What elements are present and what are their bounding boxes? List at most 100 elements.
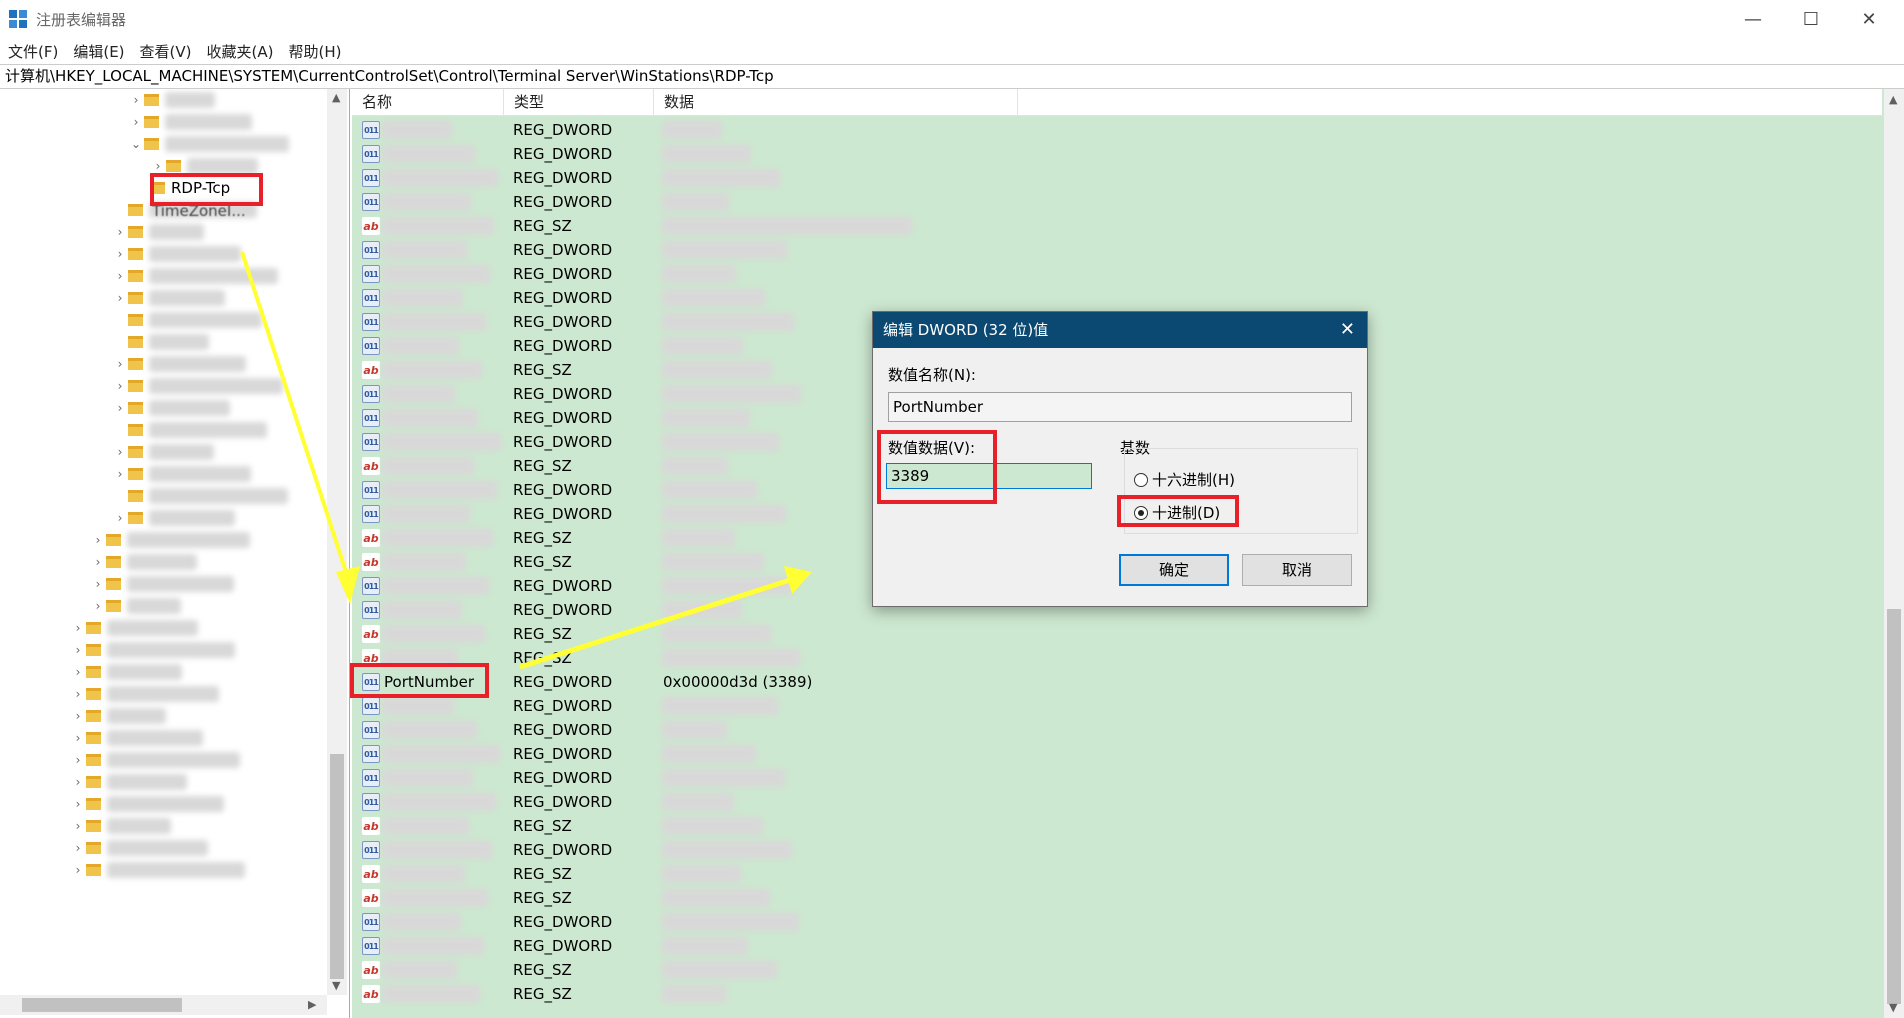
list-row[interactable]: 011 PortNumber REG_DWORD 0x00000d3d (3389) <box>352 670 1882 694</box>
ok-button[interactable]: 确定 <box>1119 554 1229 586</box>
tree-item[interactable] <box>112 485 288 507</box>
scroll-right-icon[interactable]: ▶ <box>308 998 316 1011</box>
menu-help[interactable]: 帮助(H) <box>288 41 341 62</box>
list-row[interactable]: 011 REG_DWORD <box>352 190 1882 214</box>
tree-item[interactable]: › <box>70 683 219 705</box>
expand-chevron-icon[interactable]: › <box>70 863 86 877</box>
list-row[interactable]: 011 REG_DWORD <box>352 262 1882 286</box>
tree-item[interactable] <box>112 419 267 441</box>
list-row[interactable]: 011 REG_DWORD <box>352 838 1882 862</box>
expand-chevron-icon[interactable]: › <box>112 467 128 481</box>
menu-view[interactable]: 查看(V) <box>140 41 192 62</box>
tree-item[interactable]: › <box>112 507 235 529</box>
tree-horizontal-scrollbar[interactable]: ▶ <box>0 995 327 1015</box>
column-header-type[interactable]: 类型 <box>504 89 654 116</box>
list-row[interactable]: 011 REG_DWORD <box>352 766 1882 790</box>
close-button[interactable]: ✕ <box>1840 0 1898 38</box>
list-row[interactable]: ab REG_SZ <box>352 958 1882 982</box>
tree-item[interactable]: › <box>112 221 204 243</box>
expand-chevron-icon[interactable]: › <box>70 753 86 767</box>
list-row[interactable]: ab REG_SZ <box>352 886 1882 910</box>
expand-chevron-icon[interactable]: › <box>112 511 128 525</box>
tree-item[interactable]: › <box>70 705 166 727</box>
tree-item[interactable]: › <box>112 375 283 397</box>
expand-chevron-icon[interactable]: › <box>70 709 86 723</box>
list-row[interactable]: 011 REG_DWORD <box>352 286 1882 310</box>
tree-item[interactable]: › <box>128 89 215 111</box>
list-row[interactable]: 011 REG_DWORD <box>352 118 1882 142</box>
expand-chevron-icon[interactable]: › <box>90 533 106 547</box>
expand-chevron-icon[interactable]: › <box>70 819 86 833</box>
expand-chevron-icon[interactable]: ⌄ <box>128 137 144 151</box>
menu-favorites[interactable]: 收藏夹(A) <box>207 41 274 62</box>
tree-item[interactable]: › <box>112 265 278 287</box>
scroll-down-icon[interactable]: ▼ <box>1889 1001 1897 1014</box>
expand-chevron-icon[interactable]: › <box>70 841 86 855</box>
tree-item[interactable]: › <box>90 529 250 551</box>
tree-item[interactable]: › <box>70 617 198 639</box>
expand-chevron-icon[interactable]: › <box>70 797 86 811</box>
tree-item[interactable]: › <box>70 815 171 837</box>
expand-chevron-icon[interactable]: › <box>112 269 128 283</box>
tree-item[interactable]: › <box>112 397 230 419</box>
scroll-up-icon[interactable]: ▲ <box>332 91 340 104</box>
list-row[interactable]: 011 REG_DWORD <box>352 718 1882 742</box>
menu-file[interactable]: 文件(F) <box>8 41 58 62</box>
tree-item[interactable]: › <box>70 639 235 661</box>
column-header-data[interactable]: 数据 <box>654 89 1018 116</box>
scroll-thumb[interactable] <box>1887 609 1901 1004</box>
scroll-down-icon[interactable]: ▼ <box>332 979 340 992</box>
list-row[interactable]: ab REG_SZ <box>352 214 1882 238</box>
tree-item[interactable] <box>112 331 209 353</box>
expand-chevron-icon[interactable]: › <box>112 357 128 371</box>
list-row[interactable]: ab REG_SZ <box>352 982 1882 1006</box>
list-row[interactable]: ab REG_SZ <box>352 814 1882 838</box>
tree-item[interactable]: › <box>90 573 234 595</box>
list-row[interactable]: ab REG_SZ <box>352 622 1882 646</box>
expand-chevron-icon[interactable]: › <box>70 687 86 701</box>
expand-chevron-icon[interactable]: › <box>150 159 166 173</box>
list-row[interactable]: 011 REG_DWORD <box>352 742 1882 766</box>
tree-item[interactable]: › <box>70 749 240 771</box>
expand-chevron-icon[interactable]: › <box>90 555 106 569</box>
expand-chevron-icon[interactable]: › <box>128 115 144 129</box>
expand-chevron-icon[interactable]: › <box>90 577 106 591</box>
expand-chevron-icon[interactable]: › <box>70 665 86 679</box>
address-bar[interactable]: 计算机\HKEY_LOCAL_MACHINE\SYSTEM\CurrentCon… <box>0 64 1904 89</box>
expand-chevron-icon[interactable]: › <box>112 225 128 239</box>
maximize-button[interactable]: ☐ <box>1782 0 1840 38</box>
tree-item[interactable]: › <box>112 287 225 309</box>
expand-chevron-icon[interactable]: › <box>90 599 106 613</box>
tree-item[interactable]: › <box>90 595 181 617</box>
tree-item[interactable]: › <box>70 661 182 683</box>
column-header-name[interactable]: 名称 <box>352 89 504 116</box>
tree-item[interactable]: › <box>112 353 246 375</box>
menu-edit[interactable]: 编辑(E) <box>73 41 124 62</box>
list-row[interactable]: 011 REG_DWORD <box>352 910 1882 934</box>
expand-chevron-icon[interactable]: › <box>70 643 86 657</box>
tree-item[interactable]: › <box>70 727 203 749</box>
expand-chevron-icon[interactable]: › <box>112 401 128 415</box>
expand-chevron-icon[interactable]: › <box>112 445 128 459</box>
tree-item[interactable]: › <box>112 243 241 265</box>
scroll-up-icon[interactable]: ▲ <box>1889 93 1897 106</box>
list-row[interactable]: 011 REG_DWORD <box>352 166 1882 190</box>
list-row[interactable]: 011 REG_DWORD <box>352 694 1882 718</box>
tree-item[interactable]: › <box>112 441 214 463</box>
tree-item[interactable]: › <box>128 111 252 133</box>
expand-chevron-icon[interactable]: › <box>128 93 144 107</box>
minimize-button[interactable]: — <box>1724 0 1782 38</box>
tree-item[interactable]: › <box>90 551 197 573</box>
expand-chevron-icon[interactable]: › <box>70 775 86 789</box>
tree-item[interactable]: › <box>70 771 187 793</box>
tree-item[interactable]: › <box>70 793 224 815</box>
list-row[interactable]: ab REG_SZ <box>352 646 1882 670</box>
list-row[interactable]: 011 REG_DWORD <box>352 142 1882 166</box>
scroll-thumb[interactable] <box>22 998 182 1012</box>
tree-vertical-scrollbar[interactable]: ▲ ▼ <box>327 89 347 995</box>
tree-item[interactable]: › <box>70 859 245 881</box>
list-row[interactable]: ab REG_SZ <box>352 862 1882 886</box>
scroll-thumb[interactable] <box>330 754 344 979</box>
expand-chevron-icon[interactable]: › <box>70 731 86 745</box>
tree-item[interactable]: › <box>112 463 251 485</box>
